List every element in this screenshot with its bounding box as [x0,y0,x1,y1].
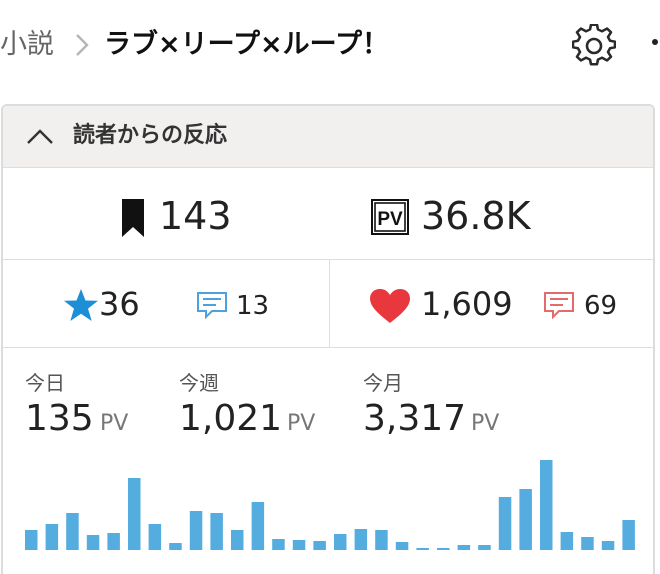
stat-unit: PV [287,411,316,436]
chart-bar [251,502,265,550]
more-dots-icon[interactable] [652,39,658,45]
pv-total: 36.8K [421,194,531,238]
chart-bar [189,511,203,550]
chart-bar [148,524,162,550]
stat-value: 3,317 [363,398,467,439]
stat-label: 今月 [363,371,403,395]
comment-count: 69 [584,291,618,321]
totals-row: 143 PV 36.8K [3,168,653,260]
chart-bar [45,524,59,550]
chevron-up-icon[interactable] [25,126,55,146]
chart-bar [622,520,635,550]
chart-bar [107,533,120,550]
review-count: 13 [236,291,270,321]
bookmark-icon [122,199,144,237]
star-icon [64,289,98,321]
chart-bar [86,535,100,550]
chart-bar [478,545,491,550]
svg-text:PV: PV [377,209,403,230]
comment-icon [544,292,574,319]
chart-bar [581,537,594,550]
breadcrumb-current: ラブ×リープ×ループ！ [104,29,390,60]
chart-bar [416,548,429,550]
chart-bar [313,541,326,550]
bookmark-count: 143 [159,194,232,238]
heart-count: 1,609 [421,285,513,323]
stat-unit: PV [471,411,500,436]
chart-bar [128,478,141,550]
chart-bar [457,545,471,550]
reactions-row: 36 13 1,609 69 [3,260,653,348]
chart-bar [231,530,244,550]
chart-bar [354,529,368,550]
header-bar: 小説 ラブ×リープ×ループ！ [0,0,660,92]
chart-bar [375,530,388,550]
review-icon [197,292,227,319]
stat-label: 今日 [25,371,65,395]
panel-header[interactable]: 読者からの反応 [3,106,653,168]
panel-title: 読者からの反応 [73,123,228,148]
chart-bar [437,548,450,550]
pv-icon: PV [371,199,409,235]
chart-bar [272,539,285,550]
chart-bar [334,534,347,550]
stat-value: 1,021 [179,398,283,439]
gear-icon[interactable] [572,24,616,68]
chart-bar [66,513,79,550]
stat-unit: PV [100,411,129,436]
chevron-right-icon [76,34,89,56]
chart-bar [601,541,615,550]
chart-bar [395,542,409,550]
chart-bar [169,543,182,550]
chart-bar [519,489,532,550]
heart-icon [370,289,410,323]
chart-bar [560,532,574,550]
daily-pv-chart [25,460,635,550]
chart-bar [292,540,306,550]
chart-bar [540,460,553,550]
chart-bar [25,530,38,550]
reader-reactions-panel: 読者からの反応 143 PV 36.8K 36 13 1,609 69 今日 1… [1,104,655,574]
breadcrumb-parent[interactable]: 小説 [0,28,54,62]
stat-value: 135 [25,398,94,439]
chart-bar [210,513,223,550]
chart-bar [498,497,512,550]
reactions-divider [329,260,330,348]
star-count: 36 [99,285,140,323]
stat-label: 今週 [179,371,219,395]
